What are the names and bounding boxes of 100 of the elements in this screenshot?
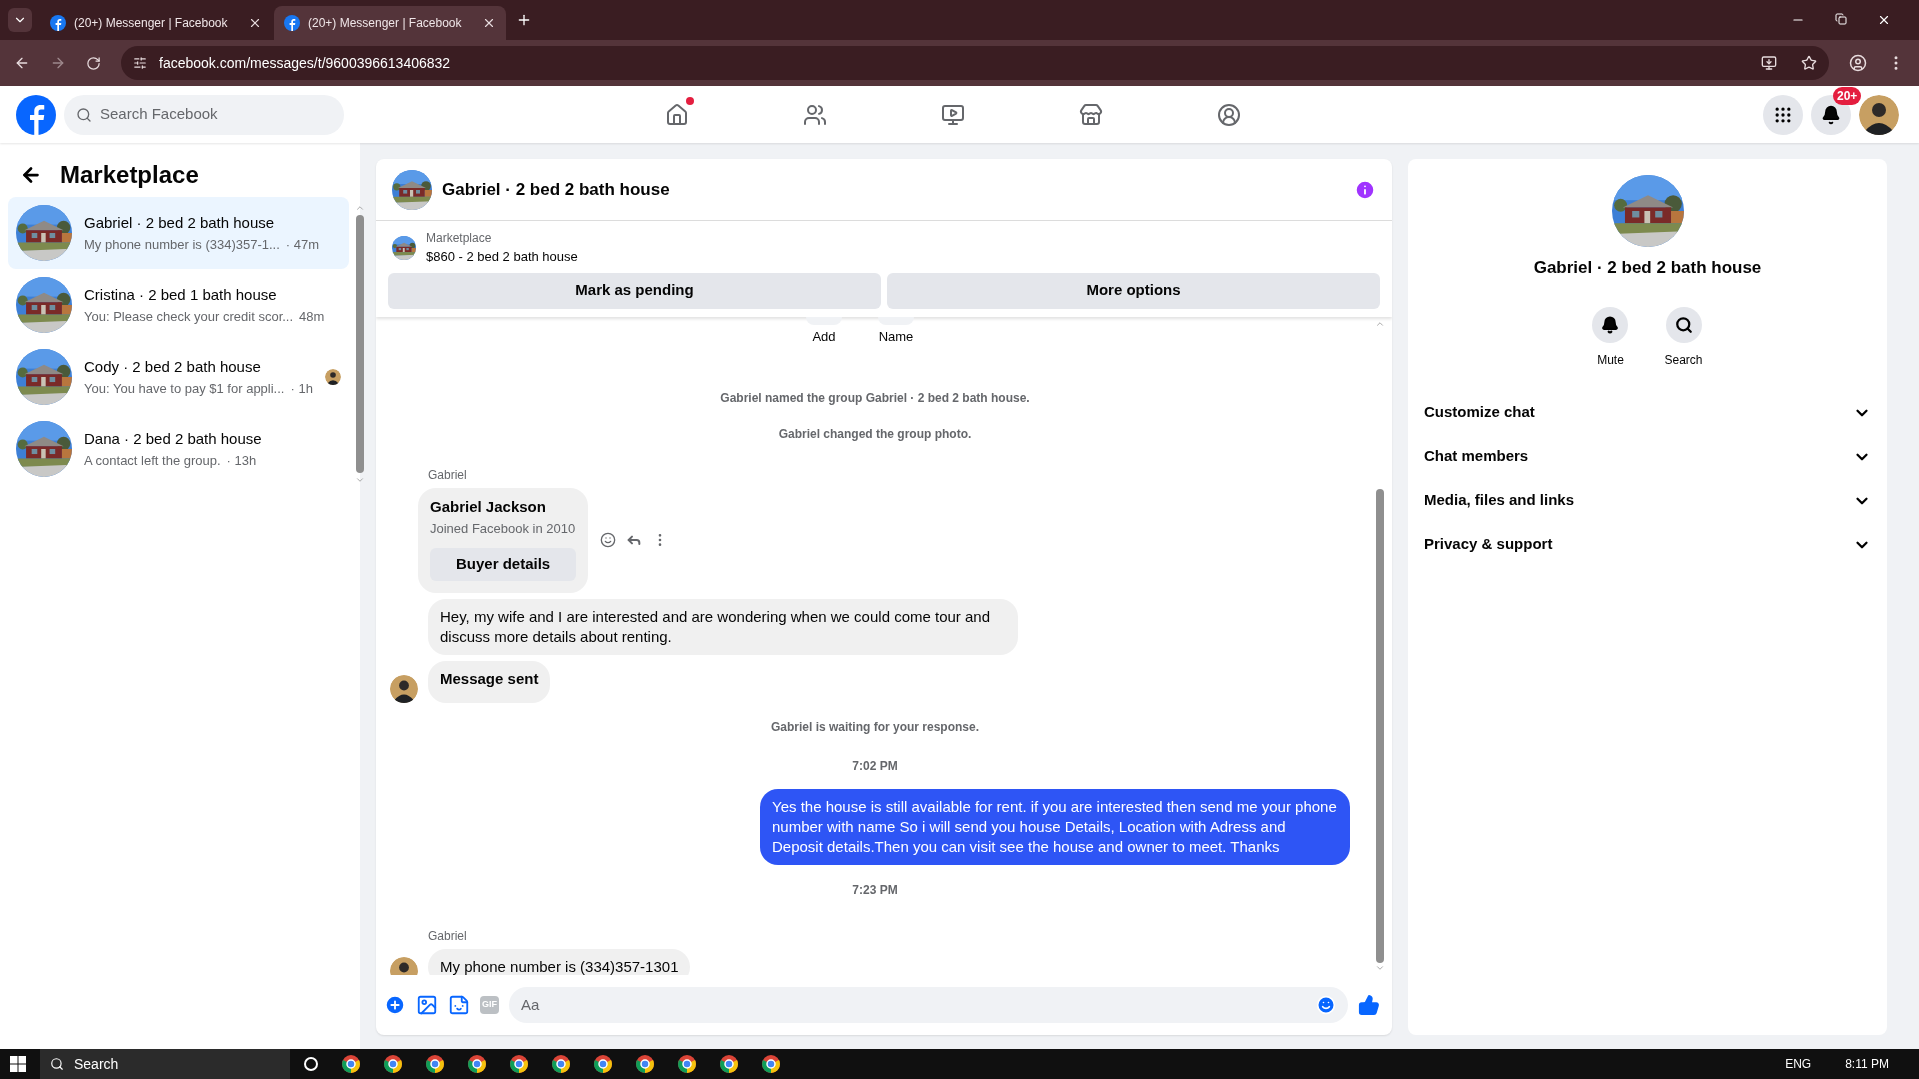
tab-title: (20+) Messenger | Facebook <box>74 15 229 32</box>
buyer-joined-text: Joined Facebook in 2010 <box>430 519 577 538</box>
message-bubble: Hey, my wife and I are interested and are wondering when we could come tour and discuss more details about renting. <box>428 598 1018 655</box>
conversation-time: · 13h <box>226 451 257 470</box>
address-bar[interactable]: facebook.com/messages/t/9600396613406832 <box>121 46 1829 80</box>
back-icon[interactable] <box>20 164 42 186</box>
group-action-button[interactable]: Name <box>873 316 919 346</box>
chat-title: Gabriel · 2 bed 2 bath house <box>442 178 671 201</box>
details-section[interactable]: Chat members <box>1416 434 1879 479</box>
message-bubble: Message sent <box>428 660 551 703</box>
bell-icon <box>1601 315 1620 334</box>
message-bubble: My phone number is (334)357-1301 <box>428 948 691 975</box>
browser-app-icon[interactable] <box>678 1055 696 1073</box>
sender-name: Gabriel <box>428 468 467 482</box>
group-action-button[interactable]: Add <box>801 316 847 346</box>
facebook-logo-icon <box>50 15 66 31</box>
conversation-item[interactable]: Cristina · 2 bed 1 bath house You: Please check your credit scor... 48m <box>8 269 349 341</box>
chat-event-text: Gabriel changed the group photo. <box>778 426 972 443</box>
profile-icon[interactable] <box>1849 54 1867 72</box>
emoji-icon[interactable] <box>600 532 617 549</box>
people-icon <box>803 102 827 127</box>
conversation-name: Cody · 2 bed 2 bath house <box>84 357 262 377</box>
home-icon <box>665 102 689 127</box>
conversation-preview: You: Please check your credit scor... <box>84 307 294 326</box>
sender-name: Gabriel <box>428 928 467 943</box>
video-icon <box>941 102 965 127</box>
conversation-item[interactable]: Dana · 2 bed 2 bath house A contact left the group. · 13h <box>8 413 349 485</box>
details-section[interactable]: Privacy & support <box>1416 522 1879 567</box>
details-section[interactable]: Media, files and links <box>1416 478 1879 523</box>
add-icon[interactable] <box>384 994 406 1016</box>
conversation-preview: My phone number is (334)357-1... <box>84 235 280 254</box>
search-input[interactable]: Search Facebook <box>100 103 332 126</box>
menu-button[interactable] <box>1763 94 1803 135</box>
chat-event-text: Gabriel named the group Gabriel · 2 bed 2 bath house. <box>720 390 1030 407</box>
tab-title: (20+) Messenger | Facebook <box>308 15 463 32</box>
facebook-logo-icon[interactable] <box>16 94 56 135</box>
listing-title: $860 - 2 bed 2 bath house <box>426 248 578 266</box>
search-field[interactable]: Search Facebook <box>64 94 344 135</box>
task-view-icon[interactable] <box>304 1057 318 1071</box>
url-text: facebook.com/messages/t/9600396613406832 <box>159 53 452 73</box>
message-input[interactable]: Aa <box>521 993 1316 1017</box>
back-icon[interactable] <box>14 55 30 71</box>
sticker-icon[interactable] <box>448 994 470 1016</box>
details-title: Gabriel · 2 bed 2 bath house <box>1533 257 1762 279</box>
timestamp: 7:02 PM <box>852 757 898 775</box>
browser-app-icon[interactable] <box>342 1055 360 1073</box>
message-bubble: Yes the house is still available for rent. if you are interested then send me your phone number with name So i will send you house Details, Location with Adress and Deposit details.Then you can visit see the house and owner to meet. Thanks <box>760 788 1350 865</box>
browser-app-icon[interactable] <box>720 1055 738 1073</box>
conversation-time: · 1h <box>290 379 313 398</box>
conversation-item[interactable]: Gabriel · 2 bed 2 bath house My phone number is (334)357-1... · 47m <box>8 197 349 269</box>
close-icon[interactable] <box>482 16 496 30</box>
message-field[interactable]: Aa <box>509 987 1348 1023</box>
install-icon[interactable] <box>1761 55 1777 71</box>
conversation-preview: A contact left the group. <box>84 451 221 470</box>
facebook-logo-icon <box>284 15 300 31</box>
browser-app-icon[interactable] <box>426 1055 444 1073</box>
browser-app-icon[interactable] <box>636 1055 654 1073</box>
browser-app-icon[interactable] <box>468 1055 486 1073</box>
search-icon <box>50 1057 64 1071</box>
listing-button[interactable]: Mark as pending <box>388 272 881 309</box>
timestamp: 7:23 PM <box>852 881 898 899</box>
browser-tab[interactable]: (20+) Messenger | Facebook <box>40 6 272 40</box>
browser-app-icon[interactable] <box>552 1055 570 1073</box>
user-circle-icon <box>1217 102 1241 127</box>
language-indicator[interactable]: ENG <box>1785 1055 1812 1073</box>
info-icon[interactable] <box>1354 178 1376 201</box>
site-settings-icon[interactable] <box>133 56 147 70</box>
listing-label: Marketplace <box>426 230 493 247</box>
close-icon[interactable] <box>248 16 262 30</box>
bookmark-icon[interactable] <box>1801 55 1817 71</box>
windows-logo-icon[interactable] <box>10 1056 26 1072</box>
restore-icon[interactable] <box>1835 13 1847 25</box>
buyer-details-button[interactable]: Buyer details <box>430 548 577 581</box>
new-tab-icon[interactable] <box>516 12 532 28</box>
sidebar-title: Marketplace <box>60 160 199 190</box>
like-icon[interactable] <box>1358 994 1380 1016</box>
browser-tab[interactable]: (20+) Messenger | Facebook <box>274 6 506 40</box>
chat-event-text: Gabriel is waiting for your response. <box>770 718 980 736</box>
listing-button[interactable]: More options <box>887 272 1380 309</box>
store-icon <box>1079 102 1103 127</box>
conversation-name: Cristina · 2 bed 1 bath house <box>84 285 278 305</box>
search-icon <box>1674 315 1693 334</box>
seen-avatar <box>324 369 341 385</box>
browser-app-icon[interactable] <box>594 1055 612 1073</box>
profile-avatar <box>1859 94 1899 135</box>
browser-app-icon[interactable] <box>762 1055 780 1073</box>
reload-icon[interactable] <box>86 55 101 71</box>
conversation-name: Gabriel · 2 bed 2 bath house <box>84 213 276 233</box>
details-section[interactable]: Customize chat <box>1416 390 1879 435</box>
conversation-name: Dana · 2 bed 2 bath house <box>84 429 263 449</box>
taskbar-search[interactable]: Search <box>40 1049 290 1079</box>
browser-app-icon[interactable] <box>384 1055 402 1073</box>
bell-icon <box>1821 104 1841 125</box>
close-icon[interactable] <box>1877 13 1891 27</box>
notification-badge: 20+ <box>1833 86 1862 105</box>
search-icon <box>76 106 92 123</box>
photo-icon[interactable] <box>416 994 438 1016</box>
clock[interactable]: 8:11 PM <box>1845 1055 1889 1073</box>
browser-app-icon[interactable] <box>510 1055 528 1073</box>
conversation-item[interactable]: Cody · 2 bed 2 bath house You: You have to pay $1 for appli... · 1h <box>8 341 349 413</box>
